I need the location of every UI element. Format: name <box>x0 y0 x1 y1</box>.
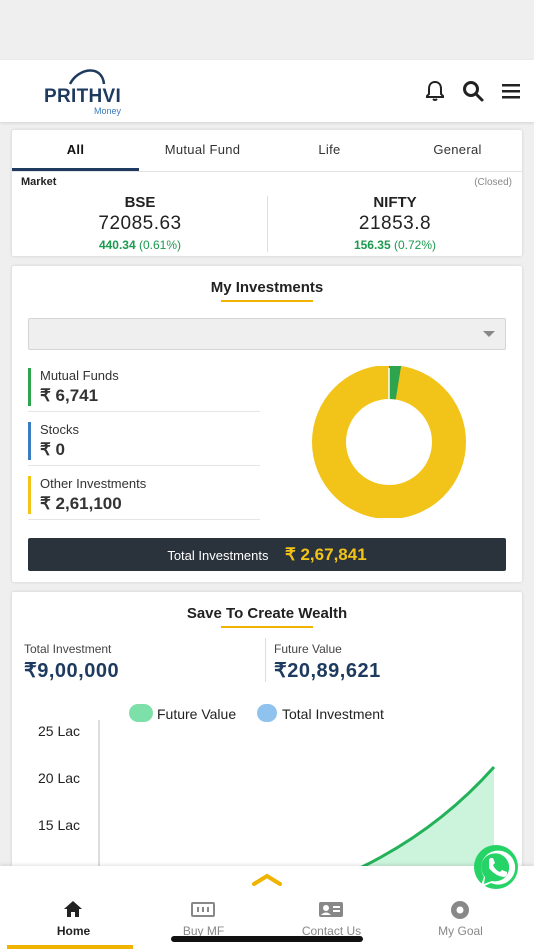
other-color-bar <box>28 476 31 514</box>
tab-all[interactable]: All <box>12 142 139 157</box>
money-icon <box>191 902 215 917</box>
investments-title: My Investments <box>210 279 324 296</box>
logo-text: PRITHVI <box>44 86 122 107</box>
my-investments-card: My Investments Mutual Funds ₹ 6,741 Stoc… <box>12 266 522 582</box>
contact-card-icon <box>319 902 343 917</box>
tab-life[interactable]: Life <box>266 142 393 157</box>
whatsapp-button[interactable] <box>467 844 525 892</box>
total-investments-label: Total Investments <box>167 548 269 563</box>
top-app-bar: PRITHVI Money <box>0 60 534 122</box>
whatsapp-icon <box>474 845 518 889</box>
bse-change-pct: (0.61%) <box>139 238 182 252</box>
bse-value: 72085.63 <box>98 213 182 234</box>
nifty-name: NIFTY <box>373 194 417 211</box>
mutual-funds-value: ₹ 6,741 <box>40 386 99 405</box>
market-card: All Mutual Fund Life General Market (Clo… <box>12 130 522 256</box>
investments-donut-chart <box>312 366 466 518</box>
title-underline <box>221 300 313 302</box>
prithvi-money-logo[interactable]: PRITHVI Money <box>40 64 150 120</box>
title-underline <box>221 626 313 628</box>
total-investments-bar: Total Investments ₹ 2,67,841 <box>28 538 506 571</box>
market-status: (Closed) <box>474 177 512 188</box>
tab-general[interactable]: General <box>393 142 522 157</box>
bse-change-points: 440.34 <box>98 238 136 252</box>
total-investments-value: ₹ 2,67,841 <box>284 545 367 564</box>
home-indicator-bar <box>171 936 363 942</box>
wealth-future-label: Future Value <box>274 642 342 656</box>
investment-row-other[interactable]: Other Investments ₹ 2,61,100 <box>28 474 260 520</box>
stocks-color-bar <box>28 422 31 460</box>
other-investments-value: ₹ 2,61,100 <box>40 494 122 513</box>
wealth-card: Save To Create Wealth Total Investment ₹… <box>12 592 522 882</box>
wealth-total-label: Total Investment <box>24 642 112 656</box>
wealth-growth-chart <box>98 720 496 882</box>
chevron-up-icon[interactable] <box>251 872 283 886</box>
home-icon <box>64 901 82 917</box>
chevron-down-icon <box>483 331 495 337</box>
y-tick-20-lac: 20 Lac <box>38 770 81 786</box>
nifty-change: 156.35 (0.72%) <box>268 238 522 252</box>
tabs-divider <box>12 171 522 172</box>
tab-mutual-fund[interactable]: Mutual Fund <box>139 142 266 157</box>
nav-home-label: Home <box>56 924 91 938</box>
nifty-change-pct: (0.72%) <box>394 238 437 252</box>
bse-name: BSE <box>124 194 156 211</box>
search-icon[interactable] <box>461 79 485 103</box>
wealth-divider <box>265 638 266 682</box>
nav-active-indicator <box>7 945 133 949</box>
investment-row-mutual-funds[interactable]: Mutual Funds ₹ 6,741 <box>28 366 260 412</box>
mutual-funds-label: Mutual Funds <box>40 368 119 383</box>
menu-icon[interactable] <box>499 79 523 103</box>
stocks-label: Stocks <box>40 422 80 437</box>
y-tick-25-lac: 25 Lac <box>38 723 81 739</box>
bottom-nav: Home Buy MF Contact Us My Goal <box>0 866 534 950</box>
mutual-funds-color-bar <box>28 368 31 406</box>
bse-change: 440.34 (0.61%) <box>12 238 268 252</box>
wealth-total-value: ₹9,00,000 <box>24 660 120 682</box>
portfolio-select[interactable] <box>28 318 506 350</box>
investment-row-stocks[interactable]: Stocks ₹ 0 <box>28 420 260 466</box>
logo-subtext: Money <box>94 106 122 116</box>
stocks-value: ₹ 0 <box>40 440 65 459</box>
nifty-change-points: 156.35 <box>353 238 391 252</box>
wealth-future-value: ₹20,89,621 <box>274 660 381 682</box>
other-investments-label: Other Investments <box>40 476 147 491</box>
y-tick-15-lac: 15 Lac <box>38 817 81 833</box>
nifty-value: 21853.8 <box>358 213 432 234</box>
bell-icon[interactable] <box>423 79 447 103</box>
wealth-title: Save To Create Wealth <box>186 605 348 622</box>
market-label: Market <box>21 176 57 188</box>
goal-icon <box>451 901 469 919</box>
nav-my-goal-label: My Goal <box>438 924 483 938</box>
